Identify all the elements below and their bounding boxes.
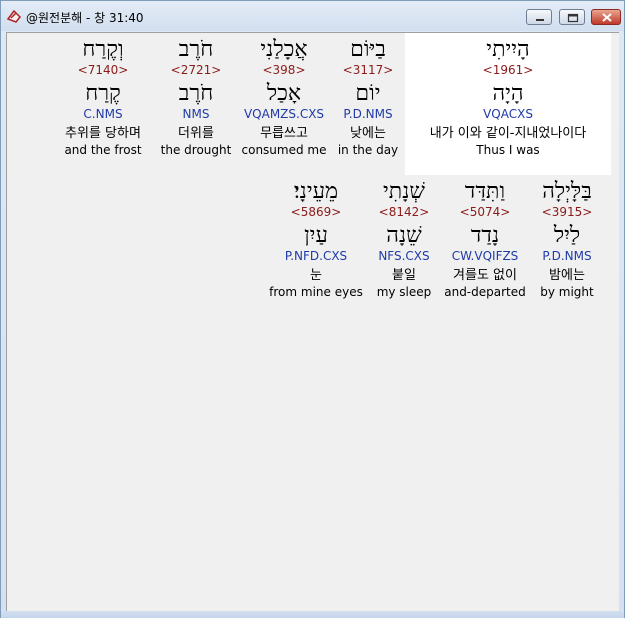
english-gloss: my sleep (376, 285, 432, 299)
word-cell[interactable]: וְקֶרַח <7140> קֶרַח C.NMS 추위를 당하며 and t… (51, 37, 155, 157)
hebrew-word: בַיּוֹם (350, 37, 386, 62)
word-cell[interactable]: אֲכָלַנִי <398> אָכַל VQAMZS.CXS 무릅쓰고 co… (237, 37, 331, 157)
korean-gloss: 더위를 (178, 126, 214, 141)
hebrew-word: חֹרֶב (178, 37, 214, 62)
lemma-word: עַיִן (304, 223, 328, 248)
parse-code: C.NMS (83, 107, 123, 121)
hebrew-word: וַתִּדַּד (464, 179, 506, 204)
strong-number[interactable]: <8142> (367, 205, 441, 223)
lemma-word: שֵׁנָה (386, 223, 422, 248)
strong-number[interactable]: <2721> (155, 63, 237, 81)
word-cell[interactable]: הָיִיתִי <1961> הָיָה VQACXS 내가 이와 같이-지내… (405, 37, 611, 157)
lemma-word: נָדַד (470, 223, 500, 248)
english-gloss: from mine eyes (269, 285, 363, 299)
korean-gloss: 추위를 당하며 (65, 126, 141, 141)
minimize-icon (536, 19, 544, 21)
window-bottom-border (1, 611, 624, 618)
english-gloss: consumed me (241, 143, 327, 157)
english-gloss: and-departed (444, 285, 526, 299)
word-cell[interactable]: שְׁנָתִי <8142> שֵׁנָה NFS.CXS 붙일 my sle… (367, 179, 441, 299)
strong-number[interactable]: <5074> (441, 205, 529, 223)
korean-gloss: 낮에는 (350, 126, 386, 141)
hebrew-word: מֵעֵינָי׃ (293, 179, 339, 204)
korean-gloss: 눈 (310, 268, 322, 283)
english-gloss: Thus I was (476, 143, 540, 157)
parse-code: CW.VQIFZS (451, 249, 519, 263)
parse-code: NFS.CXS (378, 249, 430, 263)
word-cell[interactable]: בַיּוֹם <3117> יוֹם P.D.NMS 낮에는 in the d… (331, 37, 405, 157)
korean-gloss: 겨를도 없이 (453, 268, 517, 283)
word-cell[interactable]: וַתִּדַּד <5074> נָדַד CW.VQIFZS 겨를도 없이 … (441, 179, 529, 299)
close-icon (602, 13, 612, 22)
korean-gloss: 밤에는 (549, 268, 585, 283)
hebrew-word: אֲכָלַנִי (260, 37, 308, 62)
parse-code: VQACXS (483, 107, 533, 121)
title-bar[interactable]: @원전분해 - 창 31:40 (1, 1, 624, 31)
lemma-word: לַיִל (553, 223, 581, 248)
word-cell[interactable]: בַּלָּיְלָה <3915> לַיִל P.D.NMS 밤에는 by … (529, 179, 605, 299)
word-cell[interactable]: מֵעֵינָי׃ <5869> עַיִן P.NFD.CXS 눈 from … (265, 179, 367, 299)
strong-number[interactable]: <7140> (51, 63, 155, 81)
close-button[interactable] (591, 9, 621, 25)
parse-code: VQAMZS.CXS (243, 107, 325, 121)
interlinear-panel[interactable]: הָיִיתִי <1961> הָיָה VQACXS 내가 이와 같이-지내… (6, 32, 619, 612)
minimize-button[interactable] (526, 9, 552, 25)
english-gloss: in the day (337, 143, 399, 157)
korean-gloss: 무릅쓰고 (260, 126, 308, 141)
parse-code: NMS (182, 107, 210, 121)
app-logo-icon (6, 8, 22, 24)
korean-gloss: 붙일 (392, 268, 416, 283)
strong-number[interactable]: <5869> (265, 205, 367, 223)
hebrew-word: הָיִיתִי (486, 37, 530, 62)
maximize-icon (567, 13, 579, 23)
hebrew-word: בַּלָּיְלָה (542, 179, 592, 204)
window-title: @원전분해 - 창 31:40 (26, 11, 144, 25)
hebrew-word: וְקֶרַח (82, 37, 124, 62)
english-gloss: the drought (160, 143, 232, 157)
english-gloss: by might (540, 285, 594, 299)
lemma-word: חֹרֶב (178, 81, 214, 106)
parse-code: P.NFD.CXS (284, 249, 348, 263)
lemma-word: יוֹם (355, 81, 381, 106)
strong-number[interactable]: <3117> (331, 63, 405, 81)
korean-gloss: 내가 이와 같이-지내었나이다 (429, 126, 587, 141)
hebrew-word: שְׁנָתִי (383, 179, 425, 204)
lemma-word: אָכַל (266, 81, 302, 106)
strong-number[interactable]: <398> (237, 63, 331, 81)
strong-number[interactable]: <3915> (529, 205, 605, 223)
parse-code: P.D.NMS (343, 107, 393, 121)
lemma-word: הָיָה (492, 81, 524, 106)
word-cell[interactable]: חֹרֶב <2721> חֹרֶב NMS 더위를 the drought (155, 37, 237, 157)
app-window: @원전분해 - 창 31:40 הָיִיתִי <1961> הָיָה VQ… (0, 0, 625, 618)
maximize-button[interactable] (559, 9, 585, 25)
english-gloss: and the frost (64, 143, 142, 157)
lemma-word: קֶרַח (85, 81, 121, 106)
strong-number[interactable]: <1961> (405, 63, 611, 81)
parse-code: P.D.NMS (542, 249, 592, 263)
